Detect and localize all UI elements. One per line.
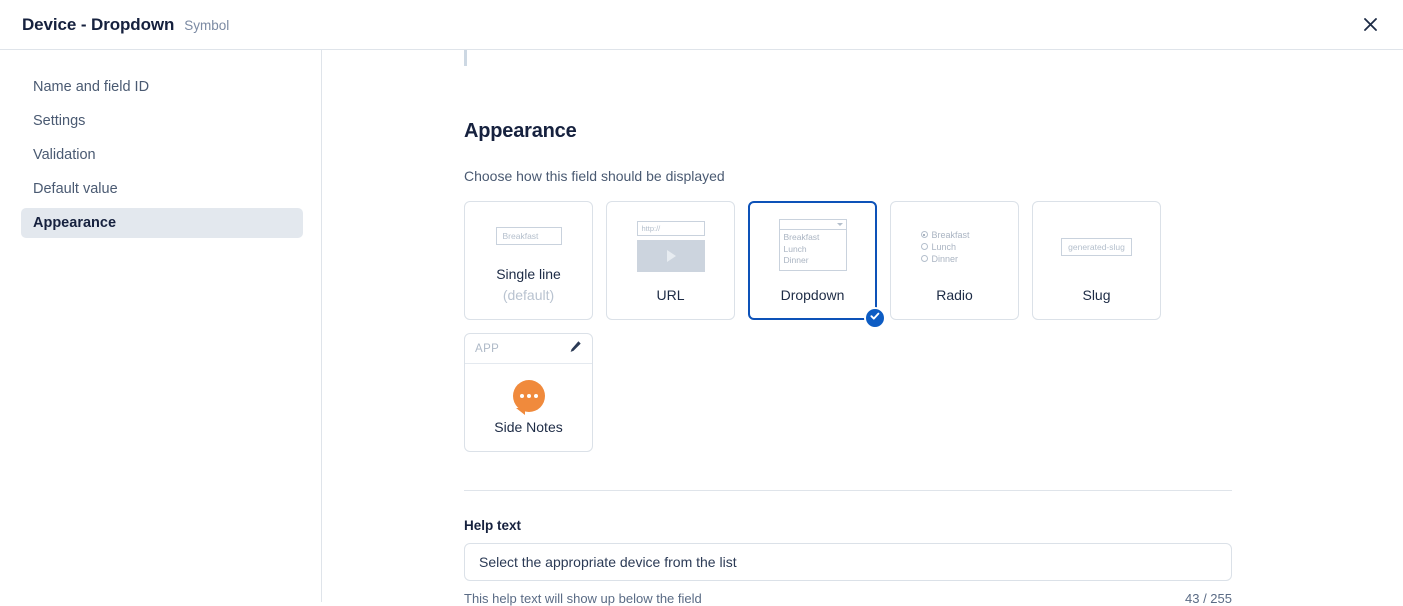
placeholder-box: Breakfast <box>495 226 562 245</box>
option-label-text: Single line <box>496 265 561 282</box>
dialog-header: Device - Dropdown Symbol <box>0 0 1403 50</box>
appearance-option-slug[interactable]: generated-slug Slug <box>1032 201 1161 320</box>
radio-option: Breakfast <box>920 229 993 240</box>
app-card-header: APP <box>465 334 592 364</box>
sidebar-item-label: Validation <box>33 147 96 163</box>
appearance-option-side-notes[interactable]: APP Side Notes <box>464 333 593 452</box>
placeholder-box: generated-slug <box>1061 237 1132 256</box>
url-placeholder-box: http:// <box>636 221 705 237</box>
bubble-dot <box>519 394 524 398</box>
dropdown-preview: Breakfast Lunch Dinner <box>750 203 875 285</box>
sidebar-nav: Name and field ID Settings Validation De… <box>0 50 322 602</box>
help-text-value: Select the appropriate device from the l… <box>479 554 737 570</box>
section-title: Appearance <box>464 120 577 142</box>
sidebar-item-appearance[interactable]: Appearance <box>21 208 303 238</box>
sidebar-item-default-value[interactable]: Default value <box>21 174 303 204</box>
sidebar-item-label: Default value <box>33 181 118 197</box>
radio-button-icon <box>920 243 928 251</box>
appearance-option-radio[interactable]: Breakfast Lunch Dinner Radio <box>890 201 1019 320</box>
app-card-body: Side Notes <box>465 364 592 451</box>
help-text-label: Help text <box>464 518 522 533</box>
page-subtitle: Symbol <box>184 18 230 33</box>
sidebar-item-label: Name and field ID <box>33 79 150 95</box>
help-text-footer: This help text will show up below the fi… <box>464 591 1232 606</box>
appearance-option-single-line[interactable]: Breakfast Single line (default) <box>464 201 593 320</box>
appearance-option-dropdown[interactable]: Breakfast Lunch Dinner Dropdown <box>748 201 886 329</box>
url-preview: http:// <box>607 202 734 285</box>
bubble-dot <box>526 394 531 398</box>
sidebar-item-label: Settings <box>33 113 86 129</box>
section-divider <box>464 490 1232 491</box>
radio-option-label: Lunch <box>931 241 957 252</box>
radio-option-label: Breakfast <box>931 229 970 240</box>
option-sublabel: (default) <box>502 287 555 304</box>
pencil-icon[interactable] <box>569 340 582 358</box>
help-text-input[interactable]: Select the appropriate device from the l… <box>464 543 1232 581</box>
chevron-down-icon <box>836 223 843 227</box>
dropdown-option: Lunch <box>783 243 807 254</box>
option-label: Single line (default) <box>496 264 561 319</box>
option-label: Radio <box>936 287 973 304</box>
selected-check-badge <box>864 307 886 329</box>
check-icon <box>869 309 881 327</box>
video-player-preview <box>636 240 705 273</box>
sidebar-item-name-and-field-id[interactable]: Name and field ID <box>21 72 303 102</box>
help-text-hint: This help text will show up below the fi… <box>464 591 702 606</box>
app-badge-label: APP <box>475 342 500 355</box>
section-subtitle: Choose how this field should be displaye… <box>464 168 725 184</box>
dropdown-option: Dinner <box>783 255 809 266</box>
option-label: URL <box>656 287 685 304</box>
radio-option: Dinner <box>920 253 993 264</box>
scroll-cutoff-marker <box>464 50 467 66</box>
sidebar-item-settings[interactable]: Settings <box>21 106 303 136</box>
appearance-option-url[interactable]: http:// URL <box>606 201 735 320</box>
close-icon <box>1363 18 1377 31</box>
dropdown-select-box <box>778 219 847 231</box>
speech-bubble-icon <box>512 380 545 415</box>
page-title: Device - Dropdown <box>22 14 175 34</box>
radio-preview: Breakfast Lunch Dinner <box>891 202 1018 285</box>
appearance-options: Breakfast Single line (default) http:// <box>464 201 1174 452</box>
radio-button-icon <box>920 231 928 239</box>
dropdown-option: Breakfast <box>783 232 820 243</box>
radio-option-label: Dinner <box>931 253 959 264</box>
option-label: Side Notes <box>494 419 563 435</box>
sidebar-item-label: Appearance <box>33 215 117 231</box>
play-icon <box>667 250 676 263</box>
dropdown-options-list: Breakfast Lunch Dinner <box>778 230 847 271</box>
slug-preview: generated-slug <box>1033 202 1160 285</box>
option-label: Dropdown <box>780 287 845 304</box>
radio-button-icon <box>920 255 928 263</box>
option-label: Slug <box>1082 287 1111 304</box>
appearance-panel: Appearance Choose how this field should … <box>322 50 1403 606</box>
character-counter: 43 / 255 <box>1185 591 1232 606</box>
close-button[interactable] <box>1355 10 1385 40</box>
bubble-dot <box>533 394 538 398</box>
single-line-preview: Breakfast <box>465 202 592 264</box>
radio-option: Lunch <box>920 241 993 252</box>
sidebar-item-validation[interactable]: Validation <box>21 140 303 170</box>
